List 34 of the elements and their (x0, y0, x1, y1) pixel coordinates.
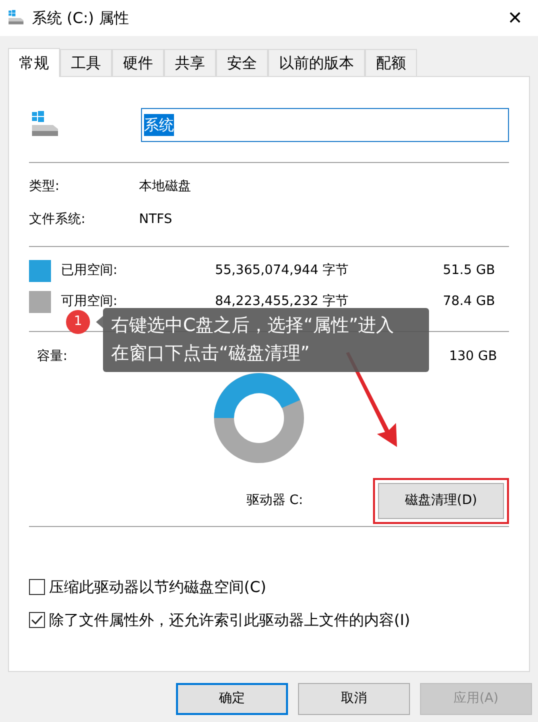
checkbox[interactable] (29, 612, 45, 628)
space-size: 78.4 GB (442, 293, 495, 312)
tab[interactable]: 安全 (216, 49, 268, 76)
dialog-button[interactable]: 取消 (298, 683, 410, 715)
drive-icon (31, 111, 59, 139)
space-bytes: 84,223,455,232 字节 (215, 293, 350, 312)
dialog-button[interactable]: 确定 (176, 683, 288, 715)
tab[interactable]: 以前的版本 (268, 49, 365, 76)
property-label: 文件系统: (29, 211, 86, 230)
checkbox[interactable] (29, 579, 45, 595)
space-label: 可用空间: (61, 293, 118, 312)
tab[interactable]: 工具 (60, 49, 112, 76)
annotation-text: 在窗口下点击“磁盘清理” (111, 342, 311, 366)
tab[interactable]: 配额 (365, 49, 417, 76)
capacity-label: 容量: (37, 348, 68, 366)
space-label: 已用空间: (61, 262, 118, 280)
property-value: 本地磁盘 (139, 178, 191, 196)
property-value: NTFS (139, 211, 172, 230)
space-bytes: 55,365,074,944 字节 (215, 262, 350, 280)
drive-icon (8, 10, 24, 26)
tab[interactable]: 常规 (8, 48, 60, 77)
annotation-text: 右键选中C盘之后，选择“属性”进入 (111, 314, 396, 338)
name-field[interactable]: 系统 (141, 108, 509, 142)
tab[interactable]: 硬件 (112, 49, 164, 76)
checkbox-label: 除了文件属性外，还允许索引此驱动器上文件的内容(I) (49, 610, 410, 631)
space-size: 51.5 GB (442, 262, 495, 280)
disk-cleanup-button[interactable]: 磁盘清理(D) (378, 483, 504, 519)
property-label: 类型: (29, 178, 60, 196)
drive-label: 驱动器 C: (245, 492, 304, 510)
tab[interactable]: 共享 (164, 49, 216, 76)
close-button[interactable]: ✕ (500, 4, 530, 32)
capacity-size: 130 GB (449, 348, 498, 366)
checkbox-label: 压缩此驱动器以节约磁盘空间(C) (49, 576, 266, 598)
window-title: 系统 (C:) 属性 (32, 8, 129, 29)
